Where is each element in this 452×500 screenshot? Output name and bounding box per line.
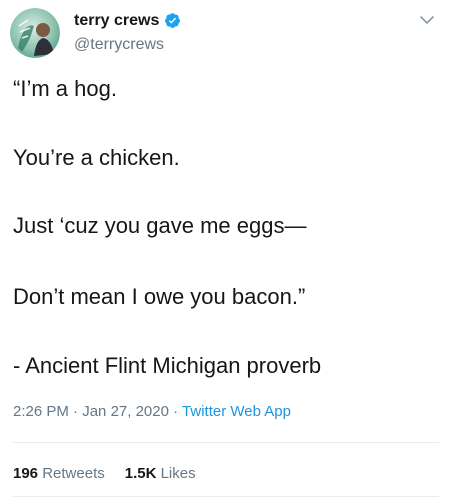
tweet-text-line: “I’m a hog. — [13, 76, 117, 101]
retweets-count: 196 — [13, 465, 39, 482]
chevron-down-icon[interactable] — [418, 11, 436, 29]
likes-count: 1.5K — [124, 465, 157, 482]
avatar[interactable] — [10, 8, 60, 58]
tweet-text-line: Just ‘cuz you gave me eggs— — [13, 213, 307, 238]
meta-separator: · — [173, 403, 179, 420]
tweet-text-line: Don’t mean I owe you bacon.” — [13, 284, 306, 309]
likes-label: Likes — [160, 465, 196, 482]
tweet-text-line: - Ancient Flint Michigan proverb — [13, 353, 322, 378]
divider — [13, 442, 439, 443]
tweet-date[interactable]: Jan 27, 2020 — [82, 403, 169, 420]
tweet-time[interactable]: 2:26 PM — [13, 403, 69, 420]
display-name[interactable]: terry crews — [74, 11, 159, 30]
user-handle[interactable]: @terrycrews — [74, 35, 164, 54]
retweets-stat[interactable]: 196 Retweets — [13, 465, 105, 483]
tweet-source-link[interactable]: Twitter Web App — [182, 403, 291, 420]
tweet-text-line: You’re a chicken. — [13, 145, 180, 170]
likes-stat[interactable]: 1.5K Likes — [125, 465, 196, 483]
tweet-stats: 196 Retweets 1.5K Likes — [13, 465, 196, 483]
retweets-label: Retweets — [42, 465, 105, 482]
tweet-meta: 2:26 PM · Jan 27, 2020 · Twitter Web App — [13, 403, 291, 421]
meta-separator: · — [73, 403, 79, 420]
verified-badge-icon — [164, 12, 181, 29]
divider — [13, 496, 439, 497]
avatar-image-icon — [10, 8, 60, 58]
user-name-row[interactable]: terry crews — [74, 11, 181, 30]
tweet-card: terry crews @terrycrews “I’m a hog. You’… — [0, 0, 452, 500]
